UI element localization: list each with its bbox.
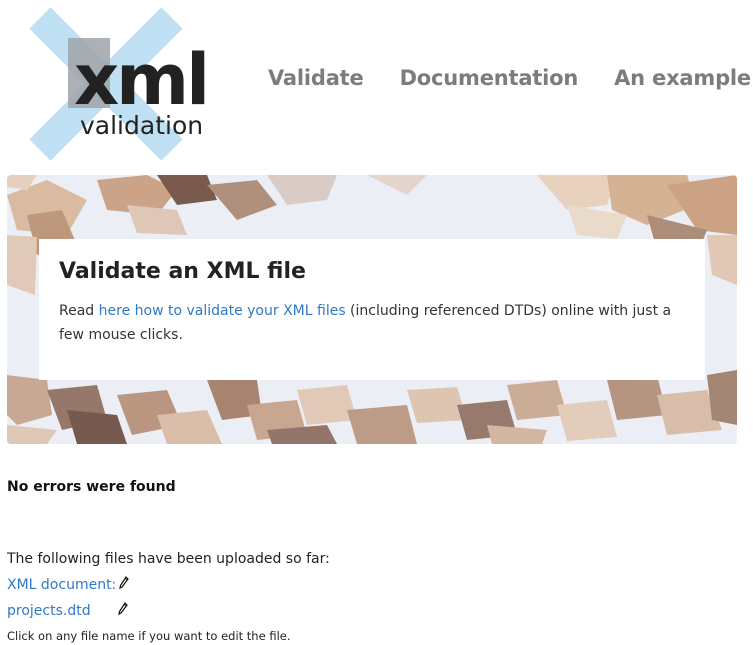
file-item-xml-document: XML document: (7, 576, 130, 594)
nav-an-example[interactable]: An example (614, 66, 751, 90)
hero-text-before: Read (59, 303, 99, 319)
file-link-xml-document[interactable]: XML document: (7, 577, 116, 593)
nav-validate[interactable]: Validate (268, 66, 364, 90)
logo-word: xml (74, 39, 207, 121)
hero-title: Validate an XML file (59, 259, 306, 284)
hero-card: Validate an XML file Read here how to va… (39, 239, 705, 380)
how-to-validate-link[interactable]: here how to validate your XML files (99, 303, 346, 319)
validation-status: No errors were found (7, 479, 176, 495)
xml-validation-logo[interactable]: xml validation (22, 4, 227, 160)
hero-banner: Validate an XML file Read here how to va… (7, 175, 737, 444)
hero-description: Read here how to validate your XML files… (59, 299, 689, 347)
pencil-icon[interactable] (117, 602, 128, 620)
pencil-icon[interactable] (119, 576, 130, 594)
logo-subword: validation (80, 111, 203, 140)
file-item-projects-dtd: projects.dtd (7, 602, 128, 620)
main-nav: Validate Documentation An example (268, 66, 753, 90)
edit-hint: Click on any file name if you want to ed… (7, 629, 291, 643)
uploaded-files-intro: The following files have been uploaded s… (7, 551, 330, 567)
nav-documentation[interactable]: Documentation (400, 66, 579, 90)
file-link-projects-dtd[interactable]: projects.dtd (7, 603, 91, 619)
